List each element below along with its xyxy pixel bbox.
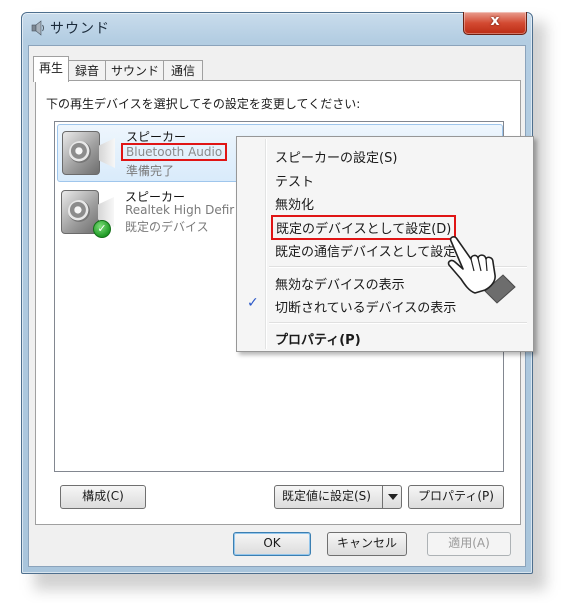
menu-item-test[interactable]: テスト xyxy=(275,171,314,190)
apply-button[interactable]: 適用(A) xyxy=(427,532,511,556)
pointer-hand-icon xyxy=(441,229,521,309)
menu-item-speaker-setup[interactable]: スピーカーの設定(S) xyxy=(275,147,397,166)
menu-item-set-default-communication[interactable]: 既定の通信デバイスとして設定 xyxy=(275,241,456,260)
device-status: 準備完了 xyxy=(126,164,175,178)
device-driver: Realtek High Defir xyxy=(125,203,235,217)
close-icon: x xyxy=(490,13,500,29)
check-icon: ✓ xyxy=(247,295,259,311)
tab-sounds[interactable]: サウンド xyxy=(105,60,165,81)
properties-button[interactable]: プロパティ(P) xyxy=(408,485,504,509)
menu-item-show-disconnected[interactable]: 切断されているデバイスの表示 xyxy=(275,297,456,316)
chevron-down-icon[interactable] xyxy=(382,486,401,508)
menu-separator xyxy=(269,322,527,324)
set-default-split-button[interactable]: 既定値に設定(S) xyxy=(274,485,402,509)
close-button[interactable]: x xyxy=(463,12,527,35)
tab-communications[interactable]: 通信 xyxy=(163,60,203,81)
menu-item-properties[interactable]: プロパティ(P) xyxy=(275,329,361,348)
ok-button[interactable]: OK xyxy=(233,532,311,556)
menu-item-show-disabled[interactable]: 無効なデバイスの表示 xyxy=(275,274,405,293)
device-driver-highlighted: Bluetooth Audio xyxy=(121,143,228,161)
window-title: サウンド xyxy=(50,21,110,37)
title-bar[interactable]: サウンド x xyxy=(22,12,532,43)
tab-recording[interactable]: 録音 xyxy=(67,60,107,81)
tab-playback[interactable]: 再生 xyxy=(33,56,69,82)
menu-item-disable[interactable]: 無効化 xyxy=(275,194,314,213)
configure-button[interactable]: 構成(C) xyxy=(60,485,146,509)
default-device-check-icon: ✓ xyxy=(93,220,111,238)
instruction-text: 下の再生デバイスを選択してその設定を変更してください: xyxy=(46,97,361,111)
set-default-label: 既定値に設定(S) xyxy=(282,489,371,503)
speaker-icon xyxy=(62,131,115,175)
menu-item-set-default-device[interactable]: 既定のデバイスとして設定(D) xyxy=(271,215,457,240)
speaker-app-icon xyxy=(30,20,46,36)
cancel-button[interactable]: キャンセル xyxy=(327,532,407,556)
device-status: 既定のデバイス xyxy=(125,220,209,234)
